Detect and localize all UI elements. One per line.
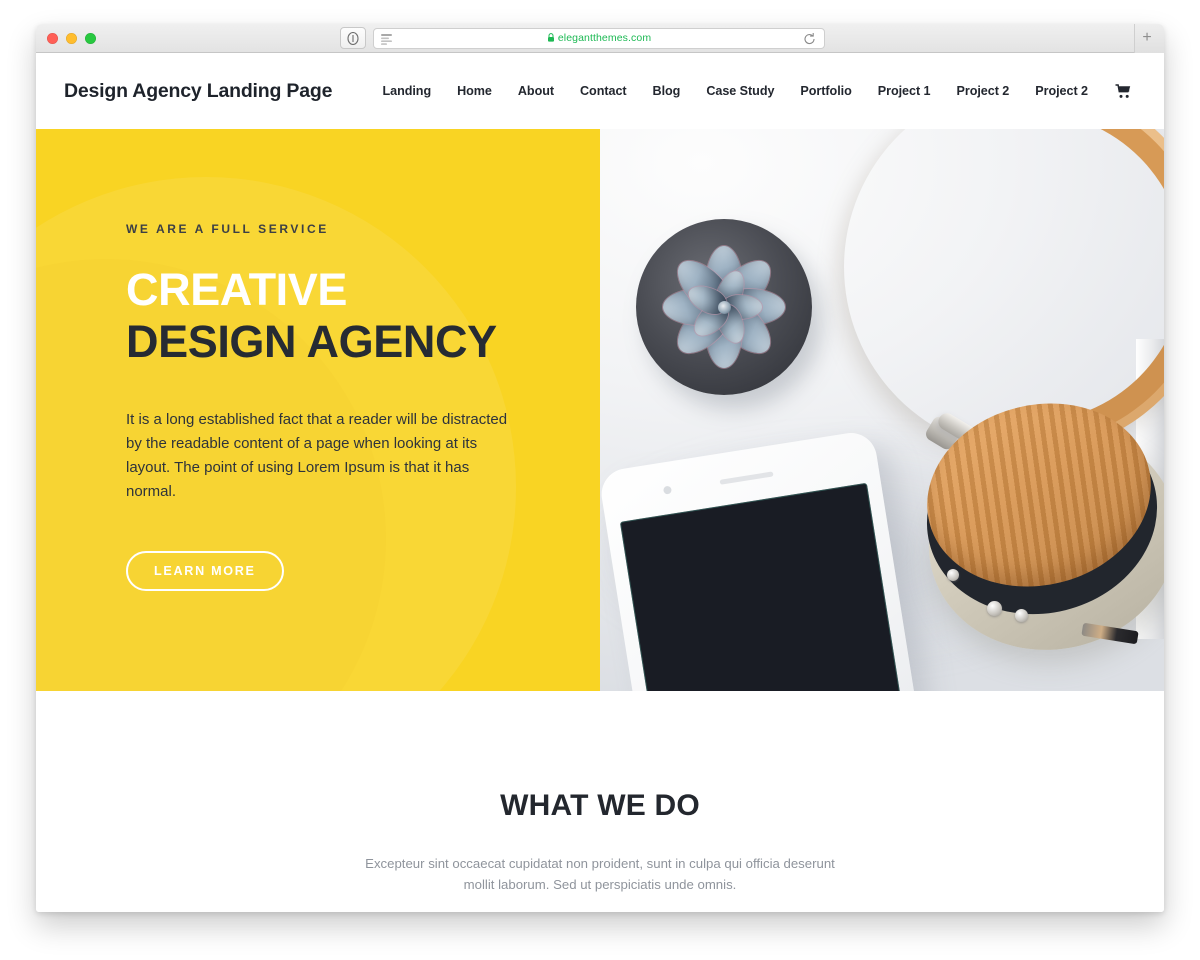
nav-item-contact[interactable]: Contact (567, 84, 640, 98)
headphone-screw-3 (947, 569, 959, 581)
browser-window: elegantthemes.com + Design Agency Landin… (36, 24, 1164, 912)
hero-paragraph: It is a long established fact that a rea… (126, 411, 508, 500)
reader-view-icon[interactable] (381, 33, 392, 45)
nav-item-landing[interactable]: Landing (369, 84, 444, 98)
phone-camera (662, 485, 673, 495)
minimize-window-button[interactable] (66, 33, 77, 44)
nav-item-project-2-alt[interactable]: Project 2 (1022, 84, 1101, 98)
page-viewport: Design Agency Landing Page Landing Home … (36, 53, 1164, 912)
reload-icon[interactable] (803, 32, 816, 46)
privacy-report-button[interactable] (340, 27, 366, 49)
nav-item-blog[interactable]: Blog (640, 84, 694, 98)
hero-headline: CREATIVE DESIGN AGENCY (126, 264, 600, 368)
shopping-cart-icon (1115, 83, 1131, 98)
hero-text-panel: WE ARE A FULL SERVICE CREATIVE DESIGN AG… (36, 129, 600, 691)
main-navigation: Landing Home About Contact Blog Case Stu… (369, 83, 1136, 99)
succulent-pot (636, 219, 812, 395)
hero-photo (600, 129, 1164, 691)
phone-earpiece (719, 471, 774, 485)
hero-section: WE ARE A FULL SERVICE CREATIVE DESIGN AG… (36, 129, 1164, 691)
hero-copy: WE ARE A FULL SERVICE CREATIVE DESIGN AG… (36, 129, 600, 591)
address-bar[interactable]: elegantthemes.com (373, 27, 825, 49)
maximize-window-button[interactable] (85, 33, 96, 44)
nav-item-about[interactable]: About (505, 84, 567, 98)
toolbar-center-group: elegantthemes.com (340, 27, 825, 49)
url-label: elegantthemes.com (557, 32, 652, 44)
hero-image-panel (600, 129, 1164, 691)
site-header: Design Agency Landing Page Landing Home … (36, 53, 1164, 129)
browser-toolbar: elegantthemes.com + (36, 24, 1164, 53)
nav-item-case-study[interactable]: Case Study (693, 84, 787, 98)
headphone-screw-1 (987, 601, 1002, 616)
close-window-button[interactable] (47, 33, 58, 44)
hero-headline-line1: CREATIVE (126, 264, 347, 315)
smartphone (600, 429, 925, 691)
what-we-do-title: WHAT WE DO (500, 789, 700, 822)
what-we-do-section: WHAT WE DO Excepteur sint occaecat cupid… (36, 691, 1164, 895)
learn-more-button[interactable]: LEARN MORE (126, 551, 284, 591)
headphone-screw-2 (1015, 609, 1028, 622)
nav-item-home[interactable]: Home (444, 84, 505, 98)
succulent-plant (649, 232, 799, 382)
nav-item-project-1[interactable]: Project 1 (865, 84, 944, 98)
hero-headline-line2: DESIGN AGENCY (126, 316, 497, 367)
window-traffic-lights (47, 33, 96, 44)
shield-icon (347, 31, 359, 45)
hero-eyebrow: WE ARE A FULL SERVICE (126, 222, 329, 236)
nav-item-project-2[interactable]: Project 2 (944, 84, 1023, 98)
cart-button[interactable] (1101, 83, 1136, 99)
lock-icon (547, 33, 554, 42)
address-bar-text: elegantthemes.com (374, 32, 824, 44)
screenshot-stage: elegantthemes.com + Design Agency Landin… (0, 0, 1200, 960)
new-tab-button[interactable]: + (1140, 30, 1154, 46)
what-we-do-subtitle: Excepteur sint occaecat cupidatat non pr… (365, 856, 835, 892)
nav-item-portfolio[interactable]: Portfolio (787, 84, 864, 98)
phone-screen (619, 482, 911, 691)
site-brand[interactable]: Design Agency Landing Page (64, 80, 332, 103)
